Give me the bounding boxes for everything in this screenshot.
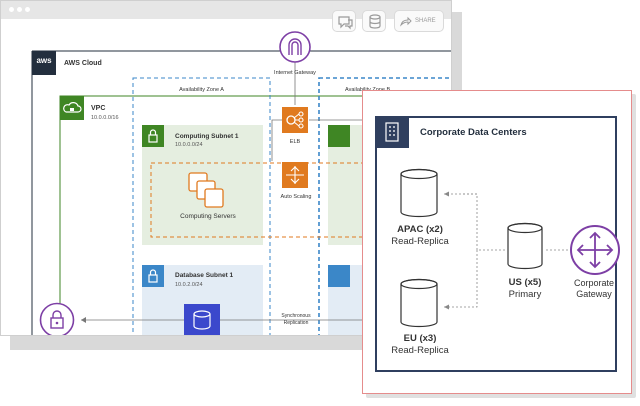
corporate-gateway-label: Corporate Gateway xyxy=(573,278,615,299)
apac-database-icon xyxy=(398,168,440,220)
eu-name: EU (x3) xyxy=(403,333,437,344)
database-subnet-cidr: 10.0.2.0/24 xyxy=(175,282,203,288)
us-role: Primary xyxy=(508,289,542,300)
us-name: US (x5) xyxy=(508,277,542,288)
vpc-cidr: 10.0.0.0/16 xyxy=(91,115,119,121)
computing-servers-icon xyxy=(187,171,229,209)
computing-subnet-name: Computing Subnet 1 xyxy=(175,133,239,140)
apac-role: Read-Replica xyxy=(391,236,449,247)
apac-name: APAC (x2) xyxy=(397,224,443,235)
subnet-lock-icon xyxy=(328,265,350,287)
computing-subnet-cidr: 10.0.0.0/24 xyxy=(175,142,203,148)
aws-logo: aws xyxy=(32,51,56,75)
internet-gateway-label: Internet Gateway xyxy=(274,70,316,76)
vpc-label: VPC xyxy=(91,105,106,112)
aurora-database-icon xyxy=(184,304,220,335)
az-a-label: Availability Zone A xyxy=(179,87,224,93)
internet-gateway-icon xyxy=(279,31,311,63)
sync-replication-label: Synchronous Replication xyxy=(281,313,311,326)
auto-scaling-icon xyxy=(282,162,308,188)
elb-icon xyxy=(282,107,308,133)
eu-role: Read-Replica xyxy=(391,345,449,356)
corporate-gateway-icon xyxy=(569,224,621,276)
elb-label: ELB xyxy=(289,139,301,145)
eu-database-icon xyxy=(398,278,440,330)
vpc-icon xyxy=(60,96,84,120)
subnet-lock-icon xyxy=(142,265,164,287)
auto-scaling-label: Auto Scaling xyxy=(280,194,312,200)
vpn-lock-icon xyxy=(39,302,75,335)
computing-servers-label: Computing Servers xyxy=(180,213,236,220)
subnet-lock-icon xyxy=(142,125,164,147)
us-database-icon xyxy=(505,222,545,272)
subnet-lock-icon xyxy=(328,125,350,147)
database-subnet-name: Database Subnet 1 xyxy=(175,272,234,279)
aws-cloud-label: AWS Cloud xyxy=(64,60,102,67)
